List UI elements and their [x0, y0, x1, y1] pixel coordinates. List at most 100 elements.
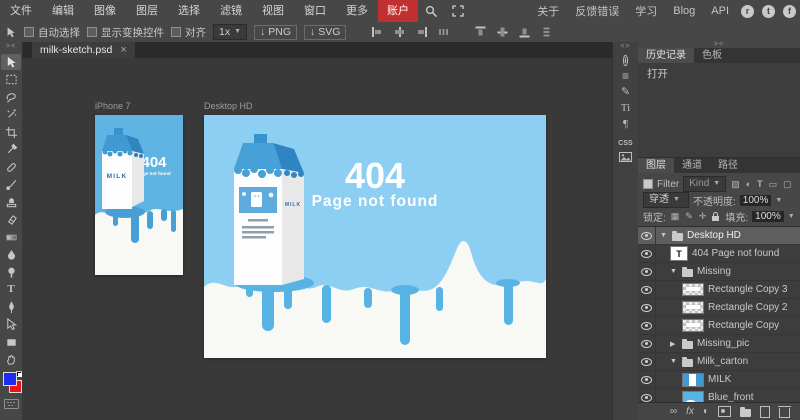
align-top-icon[interactable] — [476, 27, 486, 38]
filter-type-icon[interactable]: T — [757, 179, 763, 189]
type-tool[interactable]: T — [1, 281, 21, 297]
layer-name[interactable]: Missing_pic — [697, 338, 749, 349]
tab-channels[interactable]: 通道 — [674, 158, 710, 173]
lock-all-icon[interactable] — [712, 216, 719, 221]
fill-input[interactable]: 100% — [752, 211, 784, 222]
filter-adjustment-icon[interactable]: ◐ — [746, 179, 751, 189]
canvas-area[interactable]: iPhone 7 404 Page not found — [22, 58, 612, 420]
lock-position-icon[interactable]: ✛ — [699, 211, 707, 222]
path-select-tool[interactable] — [1, 316, 21, 332]
hand-tool[interactable] — [1, 351, 21, 367]
adjustment-layer-icon[interactable]: ◐ — [703, 406, 709, 417]
lock-transparency-icon[interactable]: ▦ — [671, 211, 680, 222]
layer-name[interactable]: Rectangle Copy 2 — [708, 302, 788, 313]
image-panel-icon[interactable] — [613, 152, 638, 165]
align-center-horizontal-icon[interactable] — [394, 27, 405, 37]
chevron-down-icon[interactable]: ▼ — [660, 232, 668, 239]
new-layer-icon[interactable] — [760, 406, 770, 418]
visibility-toggle[interactable] — [638, 353, 656, 370]
filter-image-icon[interactable]: ▨ — [731, 179, 740, 190]
spot-heal-tool[interactable] — [1, 159, 21, 175]
link-about[interactable]: 关于 — [529, 3, 567, 19]
delete-layer-icon[interactable] — [779, 408, 790, 418]
checkbox-icon[interactable] — [24, 27, 34, 37]
visibility-toggle[interactable] — [638, 227, 656, 244]
visibility-toggle[interactable] — [638, 335, 656, 352]
export-png-button[interactable]: ↓ PNG — [254, 25, 297, 40]
edit-brush-icon[interactable]: ✎ — [613, 85, 638, 98]
visibility-toggle[interactable] — [638, 281, 656, 298]
magic-wand-tool[interactable] — [1, 106, 21, 122]
layer-name[interactable]: Missing — [697, 266, 731, 277]
search-icon[interactable] — [418, 5, 445, 18]
menu-window[interactable]: 窗口 — [294, 0, 336, 22]
artboard-label-iphone[interactable]: iPhone 7 — [95, 101, 131, 111]
checkbox-icon[interactable] — [87, 27, 97, 37]
layer-row-missing-group[interactable]: ▼ Missing — [638, 263, 800, 281]
clone-stamp-tool[interactable] — [1, 194, 21, 210]
snap-checkbox[interactable]: 对齐 — [171, 25, 206, 40]
link-blog[interactable]: Blog — [665, 5, 703, 17]
layer-row-rectangle-copy-3[interactable]: Rectangle Copy 3 — [638, 281, 800, 299]
layer-name[interactable]: Rectangle Copy 3 — [708, 284, 788, 295]
layer-name[interactable]: MILK — [708, 374, 731, 385]
chevron-down-icon[interactable]: ▼ — [670, 268, 678, 275]
layer-row-desktop-hd[interactable]: ▼ Desktop HD — [638, 227, 800, 245]
chevron-right-icon[interactable]: ▶ — [670, 340, 678, 348]
layer-row-rectangle-copy-2[interactable]: Rectangle Copy 2 — [638, 299, 800, 317]
facebook-icon[interactable]: f — [783, 5, 796, 18]
adjustments-icon[interactable]: ≡ — [613, 69, 638, 83]
filter-kind-select[interactable]: Kind ▼ — [683, 176, 726, 192]
link-report-bug[interactable]: 反馈错误 — [567, 3, 627, 19]
css-panel-icon[interactable]: CSS — [613, 140, 638, 147]
layer-name[interactable]: Rectangle Copy — [708, 320, 779, 331]
chevron-down-icon[interactable]: ▼ — [670, 358, 678, 365]
visibility-toggle[interactable] — [638, 245, 656, 262]
align-right-icon[interactable] — [416, 27, 427, 37]
fullscreen-icon[interactable] — [445, 5, 471, 17]
artboard-label-desktop[interactable]: Desktop HD — [204, 101, 253, 111]
account-button[interactable]: 账户 — [378, 0, 418, 22]
reddit-icon[interactable]: r — [741, 5, 754, 18]
dodge-tool[interactable] — [1, 264, 21, 280]
layer-effects-icon[interactable]: fx — [686, 406, 694, 417]
visibility-toggle[interactable] — [638, 317, 656, 334]
opacity-input[interactable]: 100% — [740, 195, 772, 206]
layer-row-milk-carton-group[interactable]: ▼ Milk_carton — [638, 353, 800, 371]
brush-tool[interactable] — [1, 176, 21, 192]
twitter-icon[interactable]: t — [762, 5, 775, 18]
layer-row-404-text[interactable]: T 404 Page not found — [638, 245, 800, 263]
add-mask-icon[interactable] — [718, 406, 731, 417]
align-bottom-icon[interactable] — [520, 27, 530, 38]
visibility-toggle[interactable] — [638, 371, 656, 388]
blend-mode-select[interactable]: 穿透 ▼ — [643, 192, 689, 208]
filter-shape-icon[interactable]: ▭ — [769, 179, 778, 190]
menu-filter[interactable]: 滤镜 — [210, 0, 252, 22]
rectangle-select-tool[interactable] — [1, 71, 21, 87]
distribute-horizontal-icon[interactable] — [438, 27, 449, 37]
link-layers-icon[interactable]: ∞ — [670, 406, 677, 417]
export-svg-button[interactable]: ↓ SVG — [304, 25, 346, 40]
tab-history[interactable]: 历史记录 — [638, 48, 694, 63]
lock-paint-icon[interactable]: ✎ — [685, 211, 693, 222]
layer-row-missing-pic-group[interactable]: ▶ Missing_pic — [638, 335, 800, 353]
collapse-strip-icon[interactable]: <> — [613, 43, 638, 50]
visibility-toggle[interactable] — [638, 299, 656, 316]
character-panel-icon[interactable]: Ti — [613, 102, 638, 114]
menu-layer[interactable]: 图层 — [126, 0, 168, 22]
document-tab[interactable]: milk-sketch.psd × — [32, 42, 135, 58]
new-group-icon[interactable] — [740, 409, 751, 417]
eyedropper-tool[interactable] — [1, 141, 21, 157]
menu-more[interactable]: 更多 — [336, 0, 378, 22]
blur-tool[interactable] — [1, 246, 21, 262]
align-left-icon[interactable] — [372, 27, 383, 37]
menu-select[interactable]: 选择 — [168, 0, 210, 22]
layer-row-rectangle-copy[interactable]: Rectangle Copy — [638, 317, 800, 335]
foreground-color-swatch[interactable] — [3, 372, 17, 386]
chevron-down-icon[interactable]: ▼ — [775, 197, 782, 204]
pen-tool[interactable] — [1, 299, 21, 315]
collapse-toolbar-icon[interactable]: >< — [0, 43, 22, 50]
eraser-tool[interactable] — [1, 211, 21, 227]
align-middle-icon[interactable] — [498, 27, 508, 38]
chevron-down-icon[interactable]: ▼ — [788, 213, 795, 220]
